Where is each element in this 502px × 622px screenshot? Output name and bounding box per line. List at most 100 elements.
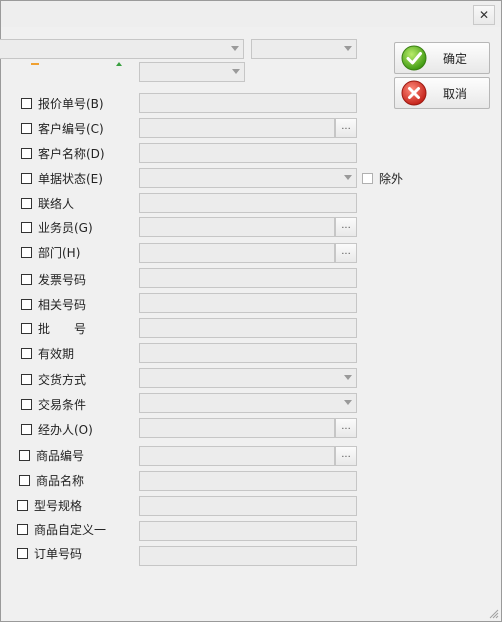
field-label: 交货方式 (38, 372, 87, 387)
field-label: 报价单号(B) (38, 96, 104, 111)
field-row-delivery-method[interactable]: 交货方式 (21, 369, 86, 389)
chevron-down-icon (231, 46, 239, 51)
field-label: 发票号码 (38, 272, 87, 287)
chevron-down-icon (344, 175, 352, 180)
field-row-customer-id[interactable]: 客户编号(C) (21, 118, 104, 138)
checkbox[interactable] (21, 373, 32, 385)
field-row-batch-no[interactable]: 批 号 (21, 318, 86, 338)
model-spec-input[interactable] (139, 496, 357, 516)
green-marker (116, 62, 122, 66)
product-no-input[interactable] (139, 446, 335, 466)
product-no-browse-button[interactable]: ... (335, 446, 357, 466)
field-label: 联络人 (38, 196, 75, 211)
top-combo-left[interactable] (0, 39, 244, 59)
trade-terms-combo[interactable] (139, 393, 357, 413)
related-no-input[interactable] (139, 293, 357, 313)
orange-marker (31, 63, 39, 65)
exclude-checkbox[interactable] (362, 172, 373, 184)
customer-name-input[interactable] (139, 143, 357, 163)
checkbox[interactable] (21, 246, 32, 258)
field-label: 交易条件 (38, 397, 87, 412)
field-row-model-spec[interactable]: 型号规格 (17, 495, 82, 515)
checkbox[interactable] (21, 298, 32, 310)
quote-no-input[interactable] (139, 93, 357, 113)
cancel-button[interactable]: 取消 (394, 77, 490, 109)
field-label: 批 号 (38, 321, 87, 336)
field-row-expiry[interactable]: 有效期 (21, 343, 74, 363)
contact-input[interactable] (139, 193, 357, 213)
field-label: 业务员(G) (38, 220, 93, 235)
expiry-input[interactable] (139, 343, 357, 363)
salesperson-input[interactable] (139, 217, 335, 237)
field-row-department[interactable]: 部门(H) (21, 242, 80, 262)
chevron-down-icon (232, 69, 240, 74)
field-row-order-no[interactable]: 订单号码 (17, 543, 82, 563)
field-row-contact[interactable]: 联络人 (21, 193, 74, 213)
top-combo-right[interactable] (251, 39, 357, 59)
field-label: 客户编号(C) (38, 121, 104, 136)
check-icon (401, 45, 427, 71)
field-label: 订单号码 (34, 546, 83, 561)
exclude-label: 除外 (379, 171, 404, 186)
field-row-product-no[interactable]: 商品编号 (19, 445, 84, 465)
field-row-related-no[interactable]: 相关号码 (21, 294, 86, 314)
checkbox[interactable] (21, 122, 32, 134)
checkbox[interactable] (21, 398, 32, 410)
second-combo[interactable] (139, 62, 245, 82)
checkbox[interactable] (17, 523, 28, 535)
doc-status-combo[interactable] (139, 168, 357, 188)
checkbox[interactable] (21, 147, 32, 159)
field-label: 部门(H) (38, 245, 81, 260)
resize-grip-icon[interactable] (489, 609, 499, 619)
checkbox[interactable] (19, 474, 30, 486)
field-label: 经办人(O) (38, 422, 93, 437)
checkbox[interactable] (21, 97, 32, 109)
customer-id-input[interactable] (139, 118, 335, 138)
field-row-salesperson[interactable]: 业务员(G) (21, 217, 93, 237)
chevron-down-icon (344, 400, 352, 405)
field-row-doc-status[interactable]: 单据状态(E) (21, 168, 103, 188)
field-label: 单据状态(E) (38, 171, 103, 186)
order-no-input[interactable] (139, 546, 357, 566)
checkbox[interactable] (21, 322, 32, 334)
field-row-product-name[interactable]: 商品名称 (19, 470, 84, 490)
salesperson-browse-button[interactable]: ... (335, 217, 357, 237)
batch-no-input[interactable] (139, 318, 357, 338)
ok-button[interactable]: 确定 (394, 42, 490, 74)
field-label: 相关号码 (38, 297, 87, 312)
field-label: 商品自定义一 (34, 522, 107, 537)
close-icon: ✕ (478, 8, 490, 22)
close-button[interactable]: ✕ (473, 5, 495, 25)
customer-id-browse-button[interactable]: ... (335, 118, 357, 138)
field-label: 商品编号 (36, 448, 85, 463)
checkbox[interactable] (21, 347, 32, 359)
field-row-handler[interactable]: 经办人(O) (21, 419, 93, 439)
field-row-product-custom-1[interactable]: 商品自定义一 (17, 519, 106, 539)
field-label: 型号规格 (34, 498, 83, 513)
field-row-invoice-no[interactable]: 发票号码 (21, 269, 86, 289)
product-name-input[interactable] (139, 471, 357, 491)
field-row-quote-no[interactable]: 报价单号(B) (21, 93, 104, 113)
checkbox[interactable] (21, 273, 32, 285)
delivery-method-combo[interactable] (139, 368, 357, 388)
field-label: 客户名称(D) (38, 146, 105, 161)
checkbox[interactable] (21, 197, 32, 209)
department-browse-button[interactable]: ... (335, 243, 357, 263)
invoice-no-input[interactable] (139, 268, 357, 288)
chevron-down-icon (344, 375, 352, 380)
handler-browse-button[interactable]: ... (335, 418, 357, 438)
handler-input[interactable] (139, 418, 335, 438)
department-input[interactable] (139, 243, 335, 263)
checkbox[interactable] (17, 547, 28, 559)
field-row-customer-name[interactable]: 客户名称(D) (21, 143, 105, 163)
exclude-option[interactable]: 除外 (362, 168, 403, 188)
field-row-trade-terms[interactable]: 交易条件 (21, 394, 86, 414)
checkbox[interactable] (17, 499, 28, 511)
checkbox[interactable] (21, 172, 32, 184)
checkbox[interactable] (21, 221, 32, 233)
checkbox[interactable] (19, 449, 30, 461)
field-label: 商品名称 (36, 473, 85, 488)
checkbox[interactable] (21, 423, 32, 435)
chevron-down-icon (344, 46, 352, 51)
product-custom-1-input[interactable] (139, 521, 357, 541)
